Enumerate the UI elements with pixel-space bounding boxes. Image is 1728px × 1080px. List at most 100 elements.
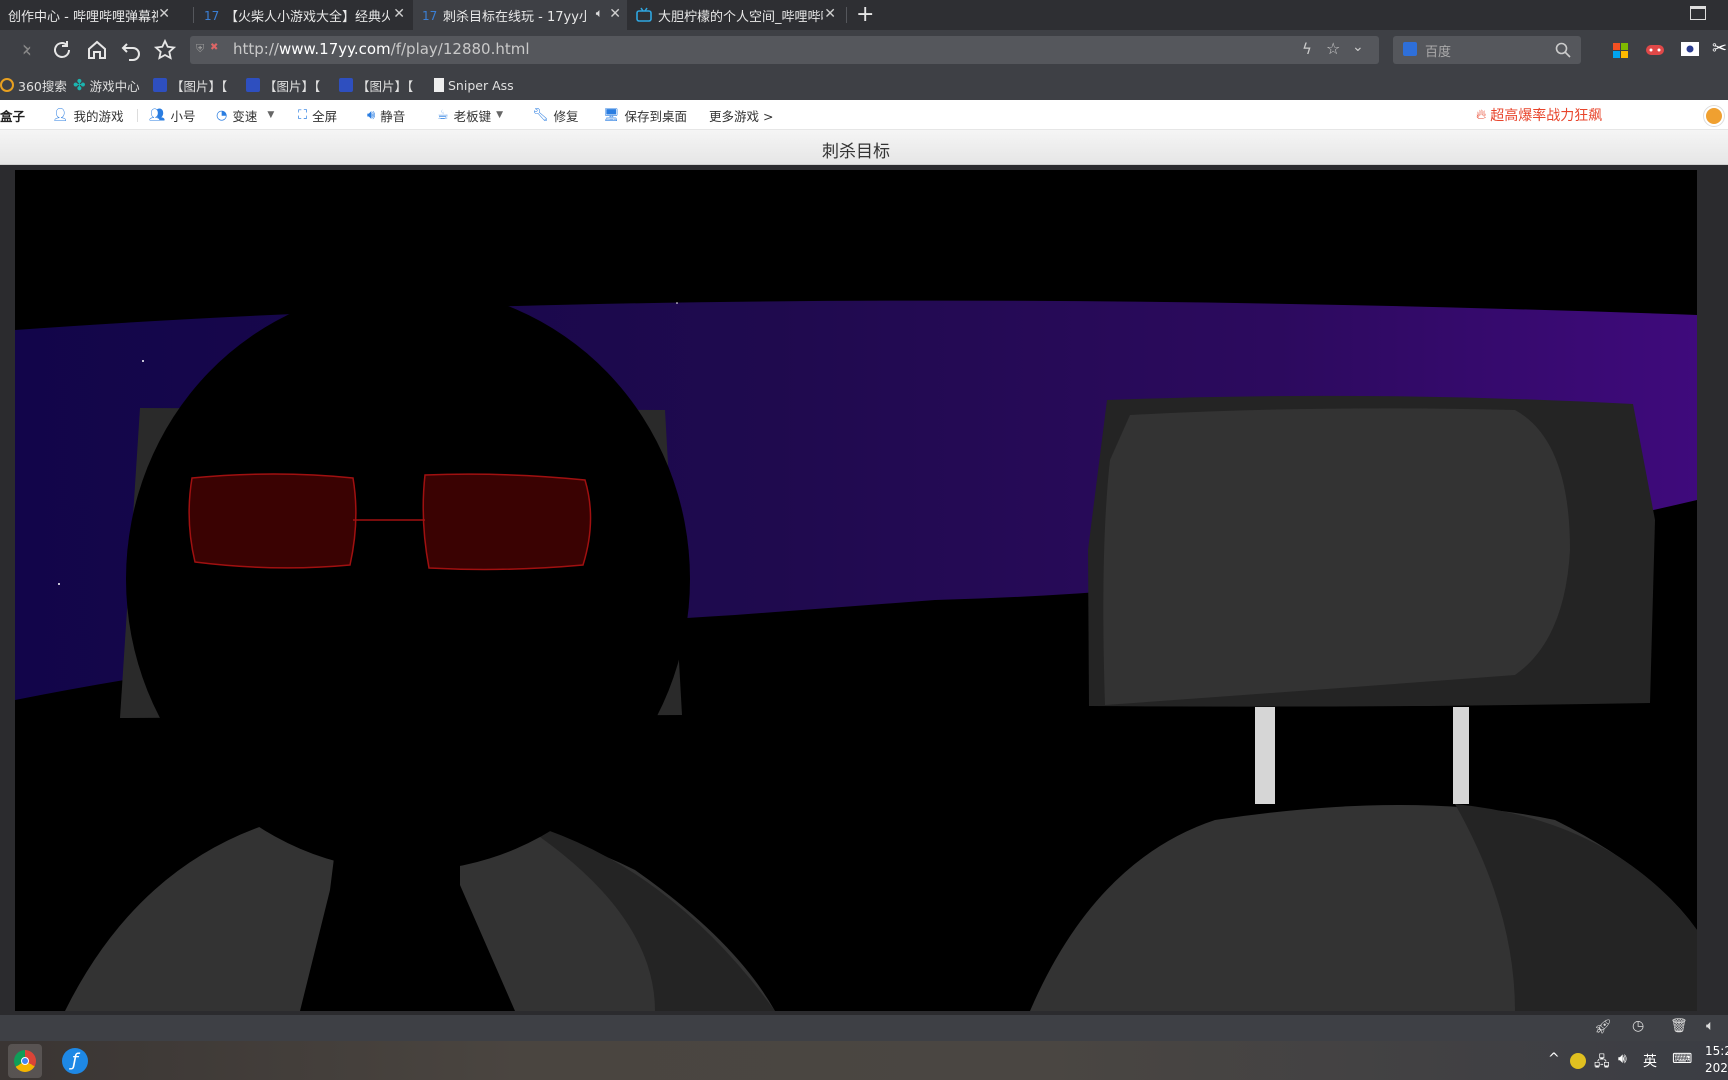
clock-time[interactable]: 15:2 (1705, 1044, 1728, 1058)
page-icon (434, 78, 444, 92)
tab-list-icon[interactable] (1690, 6, 1706, 20)
fullscreen-icon: ⛶ (298, 107, 308, 123)
bookmark-image-2[interactable]: 【图片】【 (246, 76, 320, 94)
close-icon[interactable]: ✕ (609, 6, 621, 22)
toolbar-label: 我的游戏 (73, 108, 124, 124)
search-input[interactable]: 百度 (1425, 41, 1451, 60)
search-icon[interactable] (1555, 42, 1571, 58)
toolbar-label: 老板键 (453, 108, 492, 124)
trash-icon[interactable]: 🗑︎ (1670, 1018, 1688, 1034)
speaker-icon: 🔊︎ (367, 107, 376, 123)
add-user-icon: 👥︎ (149, 107, 166, 123)
ime-indicator[interactable]: 英 (1643, 1051, 1657, 1071)
lightning-icon[interactable]: ϟ (1302, 40, 1312, 58)
flash-app-icon[interactable]: ƒ (62, 1048, 88, 1074)
tray-app-icon[interactable] (1570, 1053, 1586, 1069)
reload-icon[interactable] (50, 38, 74, 62)
browser-status-bar: 🚀︎ ◷ 🗑︎ 🔈︎ (0, 1015, 1728, 1041)
forward-icon[interactable]: › (14, 38, 38, 62)
shield-icon: ⛨ (196, 42, 205, 55)
chevron-down-icon: ▼ (496, 110, 504, 120)
toolbar-label: 全屏 (312, 108, 338, 124)
chrome-logo-icon (14, 1050, 36, 1072)
bookmark-label: 【图片】【 (171, 78, 228, 94)
boss-key-button[interactable]: ☕︎ 老板键 ▼ (437, 107, 504, 124)
mute-button[interactable]: 🔊︎ 静音 (367, 107, 405, 124)
tab-title: 【火柴人小游戏大全】经典火柴 (225, 9, 390, 25)
favorite-star-icon[interactable] (153, 38, 177, 62)
sunglasses-left-lens (188, 473, 357, 569)
id-card-icon[interactable] (1681, 41, 1699, 57)
tab-stickman-games[interactable]: 17 【火柴人小游戏大全】经典火柴 ✕ (203, 0, 411, 30)
speaker-icon[interactable]: 🔈︎ (596, 6, 603, 21)
close-icon[interactable]: ✕ (393, 6, 405, 22)
toolbar-label: 变速 (232, 108, 258, 124)
keyboard-icon[interactable]: ⌨︎ (1672, 1051, 1692, 1067)
bookmark-360-search[interactable]: 360搜索 (0, 76, 67, 94)
url-text: http://www.17yy.com/f/play/12880.html (233, 40, 530, 58)
repair-button[interactable]: 🔧︎ 修复 (532, 107, 579, 124)
url-protocol: http:// (233, 40, 279, 58)
chevron-down-icon[interactable]: ⌄ (1352, 39, 1364, 55)
close-icon[interactable]: ✕ (158, 6, 170, 22)
bookmark-game-center[interactable]: ✤ 游戏中心 (73, 76, 140, 94)
fire-icon: 🔥︎ (1476, 107, 1487, 123)
scissors-icon[interactable]: ✂ (1712, 38, 1727, 59)
bookmarks-bar: 360搜索 ✤ 游戏中心 【图片】【 【图片】【 【图片】【 Sniper Ass (0, 70, 1728, 100)
more-games-link[interactable]: 更多游戏 > (709, 107, 773, 124)
rocket-icon[interactable]: 🚀︎ (1594, 1019, 1612, 1035)
bookmark-sniper[interactable]: Sniper Ass (434, 76, 514, 94)
save-to-desktop-button[interactable]: 🖥︎ 保存到桌面 (603, 107, 687, 124)
headrest-post (1453, 707, 1469, 804)
volume-icon[interactable]: 🔊︎ (1618, 1051, 1627, 1067)
svg-text:17: 17 (422, 9, 437, 23)
url-domain: www.17yy.com (278, 40, 391, 58)
svg-text:17: 17 (204, 9, 219, 23)
chevron-down-icon: ▼ (267, 110, 275, 120)
volume-icon[interactable]: 🔈︎ (1706, 1018, 1714, 1034)
clock-speed-icon[interactable]: ◷ (1632, 1018, 1644, 1034)
network-icon[interactable]: 🖧︎ (1594, 1051, 1610, 1075)
star (142, 360, 144, 362)
sunglasses-right-lens (422, 473, 592, 571)
navigation-bar: ‹ › ⛨ ✖ http://www.17yy.com/f/play/12880… (0, 30, 1728, 70)
chevron-up-icon[interactable]: ^ (1548, 1051, 1560, 1067)
undo-icon[interactable] (119, 38, 143, 62)
headrest-post (1255, 707, 1275, 804)
desktop-icon: 🖥︎ (603, 107, 620, 123)
tab-title: 大胆柠檬的个人空间_哔哩哔哩 (658, 9, 823, 25)
17yy-favicon-icon: 17 (204, 9, 219, 23)
new-tab-button[interactable]: + (856, 2, 874, 27)
avatar[interactable] (1704, 106, 1724, 126)
tab-bilibili-creator[interactable]: 创作中心 - 哔哩哔哩弹幕视频 ✕ (0, 0, 176, 30)
star-icon[interactable]: ☆ (1326, 39, 1340, 58)
wrench-icon: 🔧︎ (532, 107, 549, 123)
bookmark-label: 【图片】【 (264, 78, 321, 94)
search-box[interactable]: 百度 (1393, 36, 1581, 64)
gamepad-icon[interactable] (1645, 42, 1665, 58)
chrome-app-icon[interactable] (8, 1044, 42, 1078)
tab-assassinate-target[interactable]: 17 刺杀目标在线玩 - 17yy小游 🔈︎ ✕ (413, 0, 627, 30)
game-box-label[interactable]: 盒子 (0, 107, 25, 124)
my-games-button[interactable]: 👤︎ 我的游戏 (52, 107, 124, 124)
right-headrest-face (1103, 408, 1570, 705)
360-search-icon (0, 78, 14, 92)
speed-button[interactable]: ◔ 变速 ▼ (216, 107, 275, 124)
close-icon[interactable]: ✕ (824, 6, 836, 22)
game-canvas[interactable] (15, 170, 1697, 1011)
page-title: 刺杀目标 (822, 142, 890, 162)
address-bar[interactable]: ⛨ ✖ http://www.17yy.com/f/play/12880.htm… (190, 36, 1379, 64)
promo-link[interactable]: 🔥︎ 超高爆率战力狂飙 (1476, 107, 1602, 124)
apps-grid-icon[interactable] (1613, 43, 1628, 58)
clock-date[interactable]: 202 (1705, 1061, 1728, 1075)
tab-bilibili-space[interactable]: 大胆柠檬的个人空间_哔哩哔哩 ✕ (630, 0, 842, 30)
game-container (0, 166, 1728, 1015)
star (676, 302, 678, 304)
fullscreen-button[interactable]: ⛶ 全屏 (298, 107, 338, 124)
bookmark-image-3[interactable]: 【图片】【 (339, 76, 413, 94)
star (58, 583, 60, 585)
home-icon[interactable] (85, 38, 109, 62)
bookmark-label: 【图片】【 (357, 78, 414, 94)
alt-account-button[interactable]: 👥︎ 小号 (149, 107, 196, 124)
bookmark-image-1[interactable]: 【图片】【 (153, 76, 227, 94)
